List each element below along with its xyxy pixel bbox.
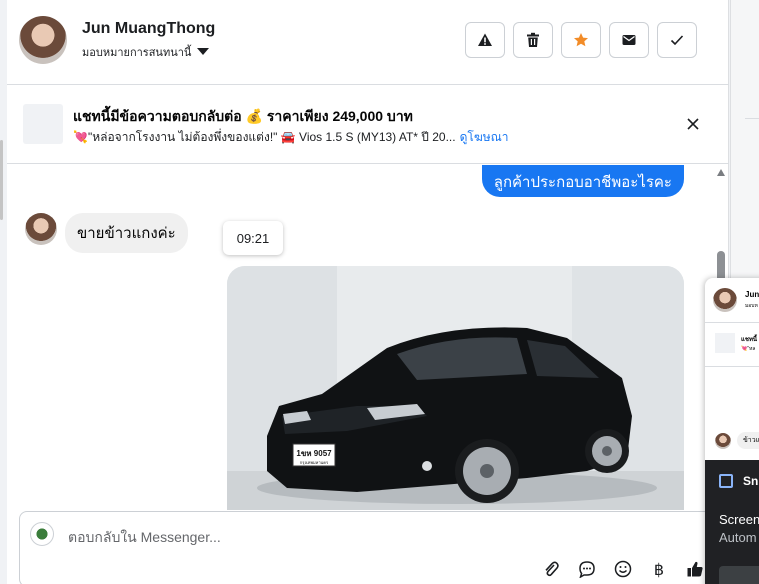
star-button[interactable] — [561, 22, 601, 58]
mini-contact-name: Jun — [745, 290, 759, 299]
license-plate-text: 1ขห 9057 — [296, 449, 332, 458]
conversation-panel: Jun MuangThong มอบหมายการสนทนานี้ แชทนี้… — [7, 0, 729, 584]
caret-down-icon — [197, 47, 210, 55]
like-button[interactable] — [684, 558, 706, 580]
contact-avatar[interactable] — [19, 16, 67, 64]
snipping-tool-icon — [719, 474, 733, 488]
ad-subtitle-text: 💘"หล่อจากโรงงาน ไม่ต้องพึ่งของแต่ง!" 🚘 V… — [73, 130, 456, 144]
ad-thumbnail — [23, 104, 63, 144]
emoji-button[interactable] — [612, 558, 634, 580]
divider — [705, 322, 759, 323]
payment-button[interactable]: ฿ — [648, 558, 670, 580]
divider — [705, 366, 759, 367]
report-button[interactable] — [465, 22, 505, 58]
mark-done-button[interactable] — [657, 22, 697, 58]
mini-incoming-message: ข้าวแ — [737, 432, 759, 449]
view-ad-link[interactable]: ดูโฆษณา — [460, 130, 509, 144]
mini-contact-avatar — [713, 288, 737, 312]
mini-ad-subtitle: 💘"หล — [741, 346, 756, 352]
close-icon — [687, 118, 699, 130]
mark-unread-button[interactable] — [609, 22, 649, 58]
mini-contact-avatar-small — [715, 433, 731, 449]
trash-icon — [527, 32, 539, 47]
divider — [745, 118, 759, 119]
left-edge-strip — [0, 0, 7, 584]
mini-ad-title: แชทนี้ — [741, 337, 757, 343]
paperclip-icon — [545, 561, 559, 577]
thumbs-up-icon — [687, 561, 703, 577]
check-icon — [670, 35, 684, 46]
page-avatar — [30, 522, 54, 546]
mini-assign-label: มอบห — [745, 303, 758, 309]
chat-bubble-icon — [579, 561, 595, 578]
page: Jun MuangThong มอบหมายการสนทนานี้ แชทนี้… — [0, 0, 759, 584]
star-icon — [574, 33, 588, 47]
conversation-header: Jun MuangThong มอบหมายการสนทนานี้ — [7, 0, 729, 85]
attach-button[interactable] — [540, 558, 562, 580]
ad-reference-banner: แชทนี้มีข้อความตอบกลับต่อ 💰 ราคาเพียง 24… — [7, 86, 729, 164]
scroll-up-arrow-icon[interactable] — [717, 169, 725, 176]
close-banner-button[interactable] — [683, 114, 703, 134]
delete-button[interactable] — [513, 22, 553, 58]
toast-line-1: Screen — [719, 512, 759, 527]
mini-ad-thumbnail — [715, 333, 735, 353]
ad-title: แชทนี้มีข้อความตอบกลับต่อ 💰 ราคาเพียง 24… — [73, 108, 413, 124]
composer-tools: ฿ — [540, 558, 706, 580]
contact-name[interactable]: Jun MuangThong — [82, 20, 215, 38]
car-illustration: 1ขห 9057 กรุงเทพมหานคร — [227, 266, 684, 510]
assign-conversation-dropdown[interactable]: มอบหมายการสนทนานี้ — [82, 43, 210, 61]
reply-composer: ตอบกลับใน Messenger... ฿ — [19, 511, 719, 584]
assign-label: มอบหมายการสนทนานี้ — [82, 47, 192, 59]
car-photo[interactable]: 1ขห 9057 กรุงเทพมหานคร — [227, 266, 684, 510]
saved-replies-button[interactable] — [576, 558, 598, 580]
contact-avatar-small — [25, 213, 57, 245]
reply-input[interactable]: ตอบกลับใน Messenger... — [68, 527, 221, 549]
incoming-message[interactable]: ขายข้าวแกงค่ะ — [65, 213, 188, 253]
envelope-icon — [622, 35, 636, 45]
snipping-tool-notification[interactable]: Snip Screen Autom — [705, 460, 759, 584]
outgoing-message[interactable]: ลูกค้าประกอบอาชีพอะไรคะ — [481, 165, 684, 197]
ad-subtitle: 💘"หล่อจากโรงงาน ไม่ต้องพึ่งของแต่ง!" 🚘 V… — [73, 128, 509, 147]
warning-icon — [478, 33, 492, 46]
header-actions — [465, 22, 697, 58]
message-thread[interactable]: ลูกค้าประกอบอาชีพอะไรคะ ขายข้าวแกงค่ะ 09… — [7, 165, 729, 510]
toast-app-name: Snip — [743, 474, 759, 488]
baht-icon: ฿ — [653, 559, 665, 579]
toast-action-button[interactable] — [719, 566, 759, 584]
toast-line-2: Autom — [719, 530, 757, 545]
emoji-icon — [614, 560, 632, 578]
timestamp-tooltip: 09:21 — [223, 221, 283, 255]
